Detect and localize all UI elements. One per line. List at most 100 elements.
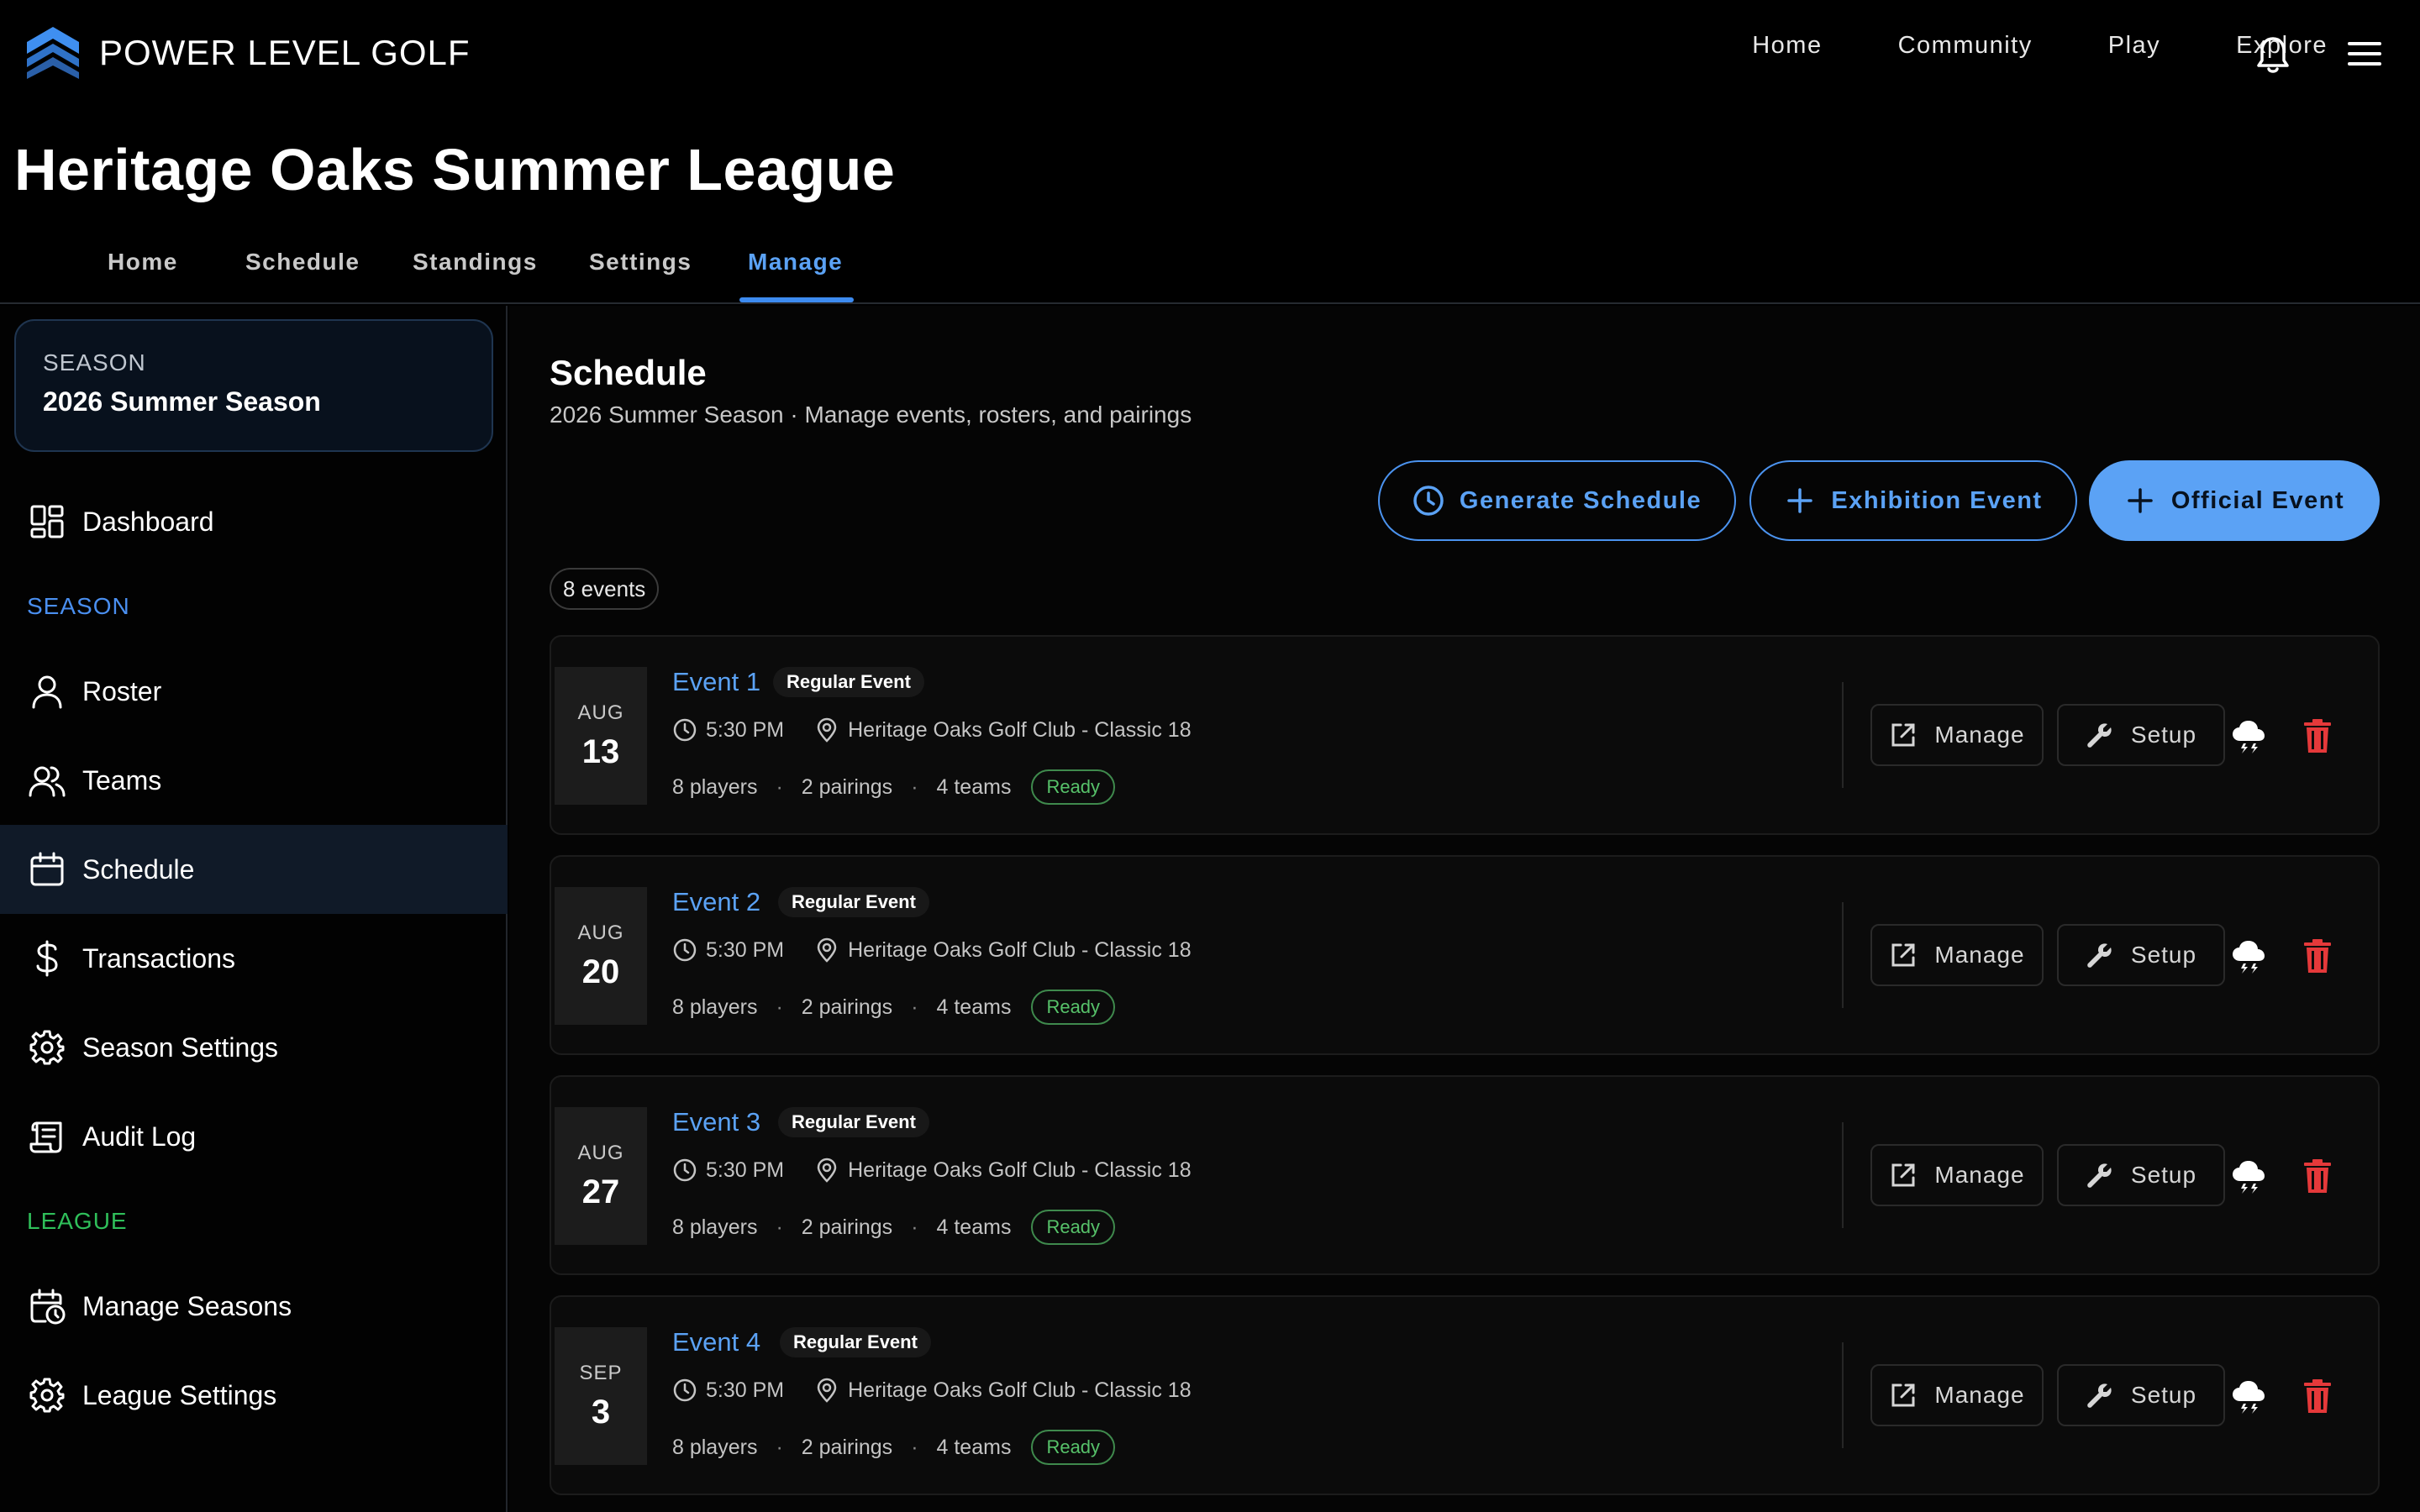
event-course: Heritage Oaks Golf Club - Classic 18 bbox=[848, 717, 1192, 742]
event-day: 13 bbox=[581, 732, 620, 770]
setup-label: Setup bbox=[2130, 942, 2197, 968]
event-meta: 5:30 PM Heritage Oaks Golf Club - Classi… bbox=[672, 1158, 1192, 1183]
event-teams: 4 teams bbox=[936, 774, 1012, 799]
manage-button[interactable]: Manage bbox=[1870, 704, 2044, 766]
storm-icon[interactable] bbox=[2230, 717, 2267, 754]
event-pairings: 2 pairings bbox=[801, 1435, 893, 1459]
sidebar-item-league-settings[interactable]: League Settings bbox=[0, 1351, 508, 1440]
bell-icon[interactable] bbox=[2255, 35, 2291, 74]
status-badge: Ready bbox=[1031, 990, 1116, 1025]
sidebar-item-label: Transactions bbox=[82, 942, 235, 974]
event-title-link[interactable]: Event 4 bbox=[672, 1327, 760, 1357]
external-link-icon bbox=[1891, 943, 1915, 967]
pin-icon bbox=[817, 937, 837, 963]
setup-button[interactable]: Setup bbox=[2057, 1144, 2225, 1206]
tab-manage[interactable]: Manage bbox=[748, 249, 843, 276]
external-link-icon bbox=[1891, 1163, 1915, 1187]
separator-dot: · bbox=[911, 1215, 918, 1239]
sidebar-item-manage-seasons[interactable]: Manage Seasons bbox=[0, 1262, 508, 1351]
clock-icon bbox=[673, 1378, 697, 1402]
event-pairings: 2 pairings bbox=[801, 774, 893, 799]
sidebar-item-teams[interactable]: Teams bbox=[0, 736, 508, 825]
plus-icon bbox=[1787, 488, 1813, 513]
sidebar-item-audit-log[interactable]: Audit Log bbox=[0, 1092, 508, 1181]
sidebar-item-label: Audit Log bbox=[82, 1121, 197, 1152]
trash-icon[interactable] bbox=[2302, 1379, 2333, 1413]
card-divider bbox=[1842, 682, 1844, 788]
sidebar-item-label: Roster bbox=[82, 675, 162, 706]
setup-button[interactable]: Setup bbox=[2057, 704, 2225, 766]
tab-home[interactable]: Home bbox=[108, 249, 178, 276]
calendar-icon bbox=[30, 852, 64, 886]
trash-icon[interactable] bbox=[2302, 939, 2333, 973]
plus-icon bbox=[2128, 488, 2153, 513]
tab-standings[interactable]: Standings bbox=[413, 249, 538, 276]
tab-schedule[interactable]: Schedule bbox=[245, 249, 360, 276]
event-teams: 4 teams bbox=[936, 995, 1012, 1019]
separator-dot: · bbox=[911, 995, 918, 1019]
manage-button[interactable]: Manage bbox=[1870, 1144, 2044, 1206]
event-players: 8 players bbox=[672, 1435, 758, 1459]
gear-icon bbox=[29, 1378, 65, 1413]
event-count-badge: 8 events bbox=[550, 568, 660, 610]
trash-icon[interactable] bbox=[2302, 1159, 2333, 1193]
tab-settings[interactable]: Settings bbox=[589, 249, 692, 276]
event-time: 5:30 PM bbox=[706, 717, 785, 742]
official-event-button[interactable]: Official Event bbox=[2089, 460, 2380, 541]
event-title-link[interactable]: Event 2 bbox=[672, 887, 760, 917]
league-title: Heritage Oaks Summer League bbox=[14, 137, 896, 202]
schedule-panel: Schedule 2026 Summer Season · Manage eve… bbox=[509, 306, 2420, 1512]
storm-icon[interactable] bbox=[2230, 1158, 2267, 1194]
sidebar-item-roster[interactable]: Roster bbox=[0, 647, 508, 736]
sidebar-item-dashboard[interactable]: Dashboard bbox=[0, 477, 508, 566]
event-day: 3 bbox=[591, 1393, 611, 1431]
exhibition-event-button[interactable]: Exhibition Event bbox=[1749, 460, 2077, 541]
status-badge: Ready bbox=[1031, 1210, 1116, 1245]
brand[interactable]: POWER LEVEL GOLF bbox=[25, 25, 471, 81]
manage-button[interactable]: Manage bbox=[1870, 924, 2044, 986]
nav-play[interactable]: Play bbox=[2108, 32, 2160, 60]
generate-schedule-button[interactable]: Generate Schedule bbox=[1378, 460, 1736, 541]
sidebar-item-label: Teams bbox=[82, 764, 162, 795]
storm-icon[interactable] bbox=[2230, 937, 2267, 974]
event-month: SEP bbox=[579, 1361, 623, 1384]
event-type-badge: Regular Event bbox=[773, 667, 924, 697]
sidebar-item-schedule[interactable]: Schedule bbox=[0, 825, 508, 914]
generate-schedule-label: Generate Schedule bbox=[1459, 486, 1702, 514]
event-meta: 5:30 PM Heritage Oaks Golf Club - Classi… bbox=[672, 937, 1192, 963]
setup-button[interactable]: Setup bbox=[2057, 1364, 2225, 1426]
event-teams: 4 teams bbox=[936, 1435, 1012, 1459]
event-meta: 5:30 PM Heritage Oaks Golf Club - Classi… bbox=[672, 717, 1192, 743]
season-selector[interactable]: SEASON 2026 Summer Season bbox=[14, 319, 493, 452]
setup-label: Setup bbox=[2130, 1382, 2197, 1408]
nav-home[interactable]: Home bbox=[1752, 32, 1822, 60]
status-badge: Ready bbox=[1031, 769, 1116, 805]
menu-icon[interactable] bbox=[2348, 40, 2381, 67]
manage-label: Manage bbox=[1934, 942, 2025, 968]
event-title-link[interactable]: Event 1 bbox=[672, 667, 760, 697]
nav-community[interactable]: Community bbox=[1898, 32, 2033, 60]
sidebar-item-transactions[interactable]: Transactions bbox=[0, 914, 508, 1003]
manage-label: Manage bbox=[1934, 722, 2025, 748]
exhibition-event-label: Exhibition Event bbox=[1831, 486, 2043, 514]
sidebar-item-label: League Settings bbox=[82, 1379, 277, 1410]
separator-dot: · bbox=[776, 774, 783, 799]
wrench-icon bbox=[2087, 1383, 2112, 1408]
event-day: 27 bbox=[581, 1173, 620, 1210]
event-pairings: 2 pairings bbox=[801, 995, 893, 1019]
event-title-link[interactable]: Event 3 bbox=[672, 1107, 760, 1137]
event-month: AUG bbox=[577, 1141, 624, 1164]
event-players: 8 players bbox=[672, 995, 758, 1019]
separator-dot: · bbox=[776, 1435, 783, 1459]
setup-button[interactable]: Setup bbox=[2057, 924, 2225, 986]
manage-button[interactable]: Manage bbox=[1870, 1364, 2044, 1426]
page-subtitle: 2026 Summer Season · Manage events, rost… bbox=[550, 402, 1192, 428]
card-divider bbox=[1842, 902, 1844, 1008]
clock-icon bbox=[1413, 486, 1444, 516]
trash-icon[interactable] bbox=[2302, 719, 2333, 753]
brand-name: POWER LEVEL GOLF bbox=[99, 33, 471, 72]
sidebar-item-season-settings[interactable]: Season Settings bbox=[0, 1003, 508, 1092]
storm-icon[interactable] bbox=[2230, 1378, 2267, 1415]
clock-icon bbox=[673, 718, 697, 742]
wrench-icon bbox=[2087, 943, 2112, 968]
